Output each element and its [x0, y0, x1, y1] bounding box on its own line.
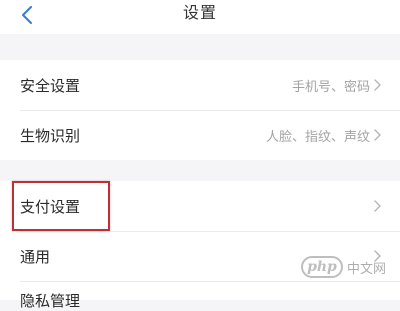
row-label: 隐私管理 — [20, 292, 81, 310]
nav-bar: 设置 — [0, 0, 400, 34]
row-value: 人脸、指纹、声纹 — [265, 129, 370, 145]
settings-row-privacy[interactable]: 隐私管理 — [20, 290, 80, 310]
chevron-right-icon — [372, 199, 382, 213]
settings-group-general: 支付设置 通用 — [0, 181, 400, 300]
row-value: 手机号、密码 — [291, 79, 370, 95]
settings-row-payment[interactable]: 支付设置 — [0, 181, 400, 231]
watermark: php 中文网 — [300, 256, 386, 278]
row-label: 生物识别 — [20, 126, 81, 145]
chevron-right-icon — [372, 78, 382, 92]
divider — [20, 281, 400, 282]
page-title: 设置 — [182, 3, 217, 22]
watermark-text: 中文网 — [346, 261, 386, 277]
settings-row-biometrics[interactable]: 生物识别 人脸、指纹、声纹 — [0, 110, 400, 160]
row-label: 安全设置 — [20, 76, 81, 95]
settings-group-security: 安全设置 手机号、密码 生物识别 人脸、指纹、声纹 — [0, 60, 400, 160]
row-label: 通用 — [20, 247, 51, 266]
chevron-right-icon — [372, 128, 382, 142]
settings-row-security[interactable]: 安全设置 手机号、密码 — [0, 60, 400, 110]
php-logo: php — [300, 256, 343, 278]
row-label: 支付设置 — [20, 197, 81, 216]
